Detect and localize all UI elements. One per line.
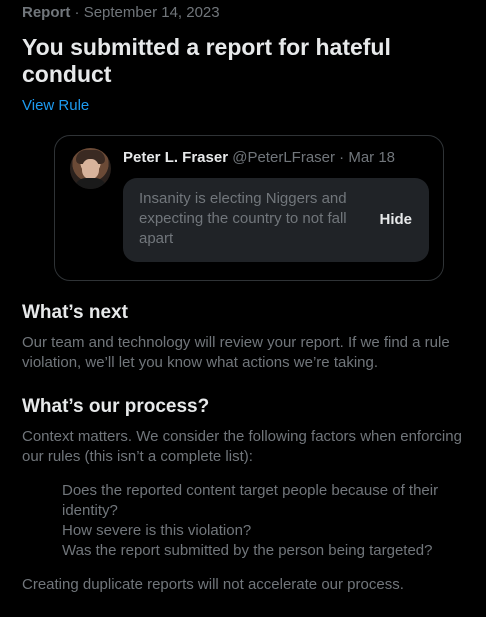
author-separator: ·: [339, 149, 345, 166]
meta-separator: ·: [74, 4, 80, 21]
report-date: September 14, 2023: [83, 4, 220, 21]
view-rule-link[interactable]: View Rule: [22, 96, 89, 116]
process-intro: Context matters. We consider the followi…: [22, 428, 462, 465]
avatar-face: [82, 159, 99, 179]
list-item: Was the report submitted by the person b…: [62, 542, 433, 559]
whats-next-section: What’s next Our team and technology will…: [22, 301, 472, 373]
list-item: Does the reported content target people …: [62, 482, 439, 519]
process-section: What’s our process? Context matters. We …: [22, 395, 472, 595]
list-item: How severe is this violation?: [62, 522, 252, 539]
author-handle[interactable]: @PeterLFraser: [232, 149, 335, 166]
process-heading: What’s our process?: [22, 396, 210, 417]
hide-button[interactable]: Hide: [379, 210, 412, 230]
process-footer: Creating duplicate reports will not acce…: [22, 576, 404, 593]
report-label: Report: [22, 4, 71, 21]
tweet-author-line: Peter L. Fraser @PeterLFraser · Mar 18: [123, 149, 395, 167]
tweet-text: Insanity is electing Niggers and expecti…: [139, 190, 347, 247]
whats-next-heading: What’s next: [22, 302, 128, 323]
author-name[interactable]: Peter L. Fraser: [123, 149, 228, 166]
hidden-tweet-content: Insanity is electing Niggers and expecti…: [123, 178, 429, 262]
report-meta: Report · September 14, 2023: [22, 4, 472, 22]
avatar-shirt: [74, 178, 107, 189]
whats-next-body: Our team and technology will review your…: [22, 334, 450, 371]
reported-tweet-card[interactable]: Peter L. Fraser @PeterLFraser · Mar 18 I…: [54, 135, 444, 281]
avatar[interactable]: [70, 148, 111, 189]
tweet-date[interactable]: Mar 18: [348, 149, 395, 166]
report-detail: Report · September 14, 2023 You submitte…: [22, 0, 472, 593]
factor-list: Does the reported content target people …: [62, 481, 472, 561]
page-title: You submitted a report for hateful condu…: [22, 34, 391, 87]
